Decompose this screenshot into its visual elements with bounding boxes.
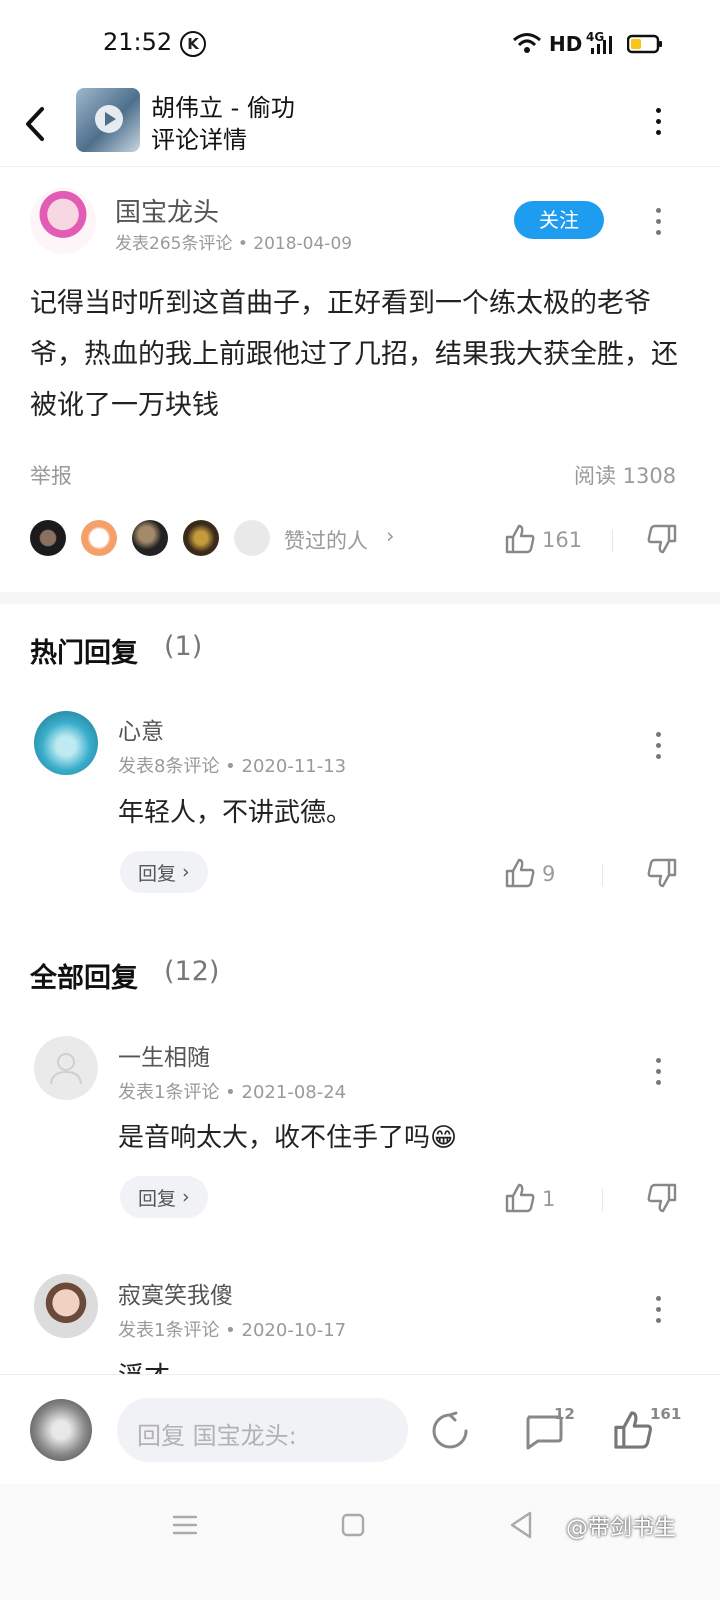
my-avatar[interactable] — [30, 1399, 92, 1461]
author-avatar[interactable] — [30, 188, 96, 254]
reply-avatar[interactable] — [34, 1274, 98, 1338]
reply-text: 是音响太大，收不住手了吗😁 — [118, 1123, 458, 1153]
reply-author[interactable]: 一生相随 — [118, 1038, 210, 1072]
reply-avatar[interactable] — [34, 711, 98, 775]
reply-author[interactable]: 寂寞笑我傻 — [118, 1276, 233, 1310]
thumbs-up-icon[interactable] — [504, 1182, 536, 1214]
section-divider — [0, 592, 720, 604]
more-menu-icon[interactable] — [654, 108, 662, 135]
liker-avatar — [234, 520, 270, 556]
reply-clip-area: 寂寞笑我傻 发表1条评论 • 2020-10-17 浮才 — [0, 1260, 720, 1374]
thumbs-up-icon[interactable] — [504, 523, 536, 555]
reply-button[interactable]: 回复 › — [120, 851, 208, 893]
reply-more-icon[interactable] — [654, 732, 662, 759]
album-cover[interactable] — [76, 88, 140, 152]
report-link[interactable]: 举报 — [30, 460, 72, 490]
system-nav-bar: @带剑书生 — [0, 1484, 720, 1600]
reply-like-count: 1 — [542, 1187, 556, 1211]
network-label: HD — [549, 32, 583, 56]
reply-text: 年轻人，不讲武德。 — [118, 798, 353, 828]
reply-author[interactable]: 心意 — [118, 712, 164, 746]
signal-icon — [591, 36, 612, 54]
comment-text: 记得当时听到这首曲子，正好看到一个练太极的老爷爷，热血的我上前跟他过了几招，结果… — [30, 288, 678, 421]
likers-row[interactable]: 赞过的人 › — [30, 520, 410, 560]
reply-meta: 发表1条评论 • 2020-10-17 — [118, 1320, 347, 1341]
home-nav-icon[interactable] — [340, 1512, 366, 1538]
back-arrow-icon[interactable] — [22, 106, 48, 142]
reply-avatar[interactable] — [34, 1036, 98, 1100]
liker-avatar — [81, 520, 117, 556]
reply-button[interactable]: 回复 › — [120, 1176, 208, 1218]
hot-replies-count: (1) — [164, 631, 203, 662]
watermark: @带剑书生 — [566, 1516, 677, 1541]
follow-button[interactable]: 关注 — [514, 201, 604, 239]
song-title: 胡伟立 - 偷功 — [151, 94, 295, 122]
thumbs-down-icon[interactable] — [646, 857, 678, 889]
wifi-icon — [513, 33, 541, 53]
like-count: 161 — [542, 528, 583, 552]
comment-badge: 12 — [554, 1405, 575, 1423]
all-replies-heading: 全部回复 — [30, 963, 138, 994]
reply-text: 浮才 — [118, 1356, 170, 1374]
liker-avatar — [132, 520, 168, 556]
bottom-bar: 回复 国宝龙头: 12 161 — [0, 1374, 720, 1485]
liker-avatar — [183, 520, 219, 556]
reply-button-label: 回复 — [138, 1187, 177, 1210]
status-time: 21:52 — [103, 28, 173, 56]
chevron-right-icon: › — [386, 524, 395, 548]
thumbs-down-icon[interactable] — [646, 523, 678, 555]
chevron-right-icon: › — [182, 1186, 190, 1208]
thumbs-up-icon[interactable] — [504, 857, 536, 889]
reply-meta: 发表1条评论 • 2021-08-24 — [118, 1082, 347, 1103]
reply-more-icon[interactable] — [654, 1058, 662, 1085]
play-icon — [95, 105, 123, 133]
reply-meta: 发表8条评论 • 2020-11-13 — [118, 756, 347, 777]
reply-more-icon[interactable] — [654, 1296, 662, 1323]
likers-label: 赞过的人 — [284, 529, 368, 553]
hot-replies-heading: 热门回复 — [30, 638, 138, 669]
chevron-right-icon: › — [182, 861, 190, 883]
liker-avatar — [30, 520, 66, 556]
status-bar: 21:52 K HD 4G — [0, 0, 720, 88]
back-nav-icon[interactable] — [508, 1510, 534, 1540]
reply-input[interactable]: 回复 国宝龙头: — [117, 1398, 408, 1462]
comment-more-icon[interactable] — [654, 208, 662, 235]
like-badge: 161 — [650, 1405, 682, 1423]
header: 胡伟立 - 偷功 评论详情 — [0, 88, 720, 167]
k-app-icon: K — [180, 31, 206, 57]
author-meta: 发表265条评论 • 2018-04-09 — [115, 234, 353, 254]
page-title: 评论详情 — [151, 126, 247, 154]
author-name[interactable]: 国宝龙头 — [115, 192, 219, 229]
reply-input-placeholder: 回复 国宝龙头: — [137, 1422, 297, 1450]
reply-button-label: 回复 — [138, 862, 177, 885]
thumbs-up-icon[interactable] — [612, 1409, 654, 1451]
refresh-icon[interactable] — [430, 1411, 470, 1451]
battery-icon — [627, 34, 662, 54]
default-user-icon — [50, 1053, 82, 1085]
all-replies-count: (12) — [164, 956, 220, 987]
reply-like-count: 9 — [542, 862, 556, 886]
read-count: 阅读 1308 — [574, 464, 677, 488]
thumbs-down-icon[interactable] — [646, 1182, 678, 1214]
menu-nav-icon[interactable] — [172, 1512, 198, 1538]
